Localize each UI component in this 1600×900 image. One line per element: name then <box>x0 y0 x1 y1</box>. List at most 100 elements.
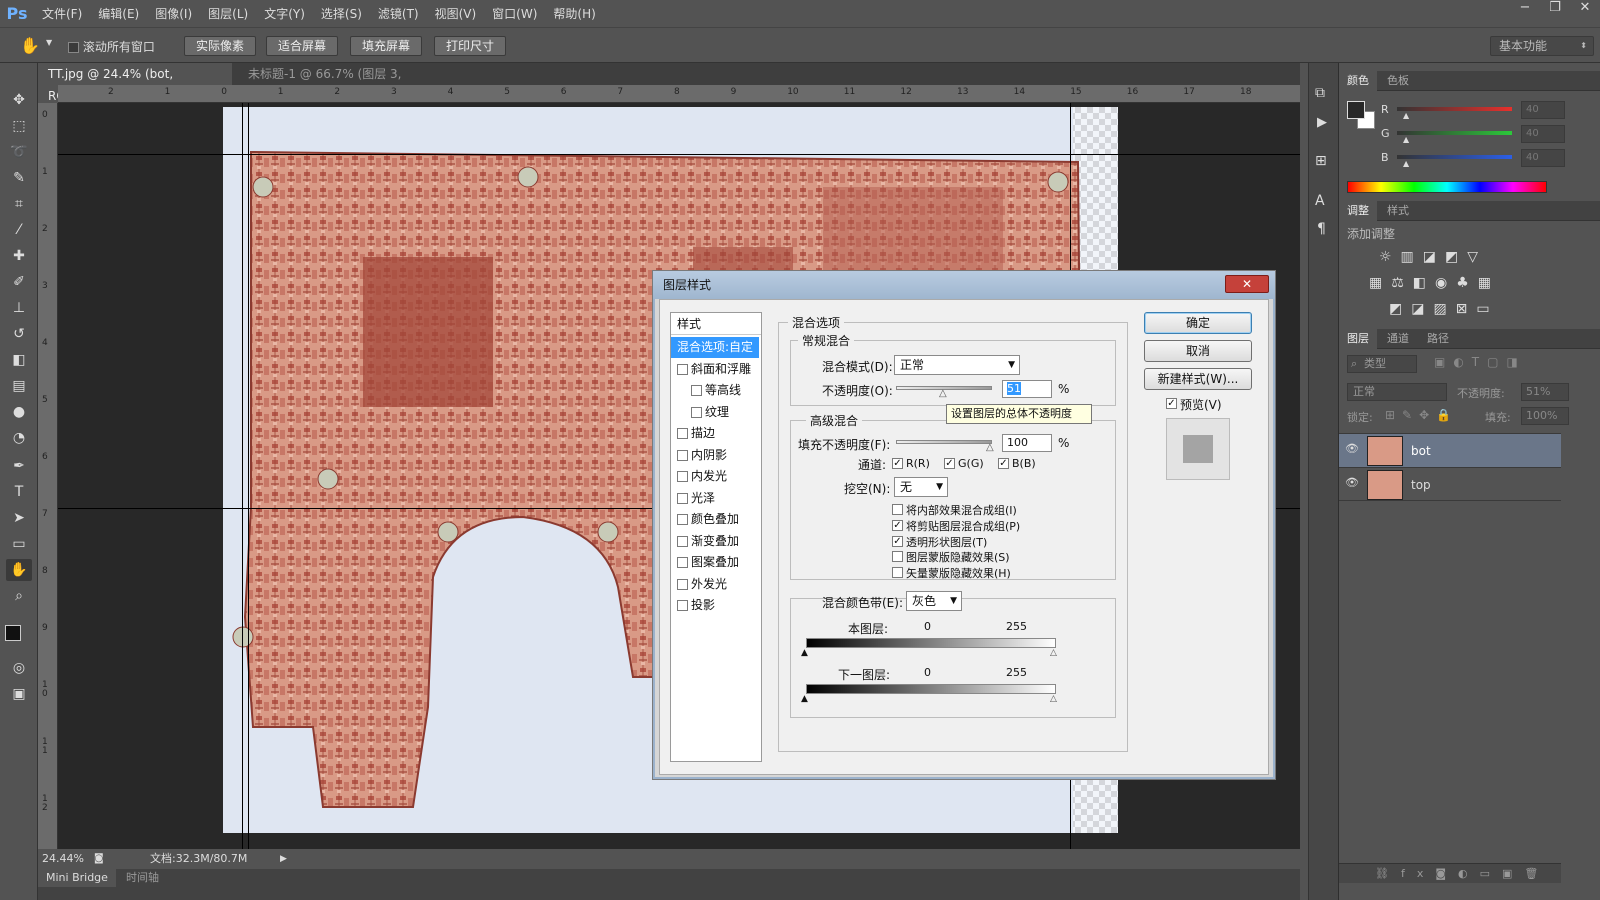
slider-handle-icon[interactable]: △ <box>1050 648 1057 658</box>
style-item[interactable]: 渐变叠加 <box>671 531 759 552</box>
blend-if-select[interactable]: 灰色 ▼ <box>906 591 962 611</box>
opacity-input[interactable]: 51 <box>1002 380 1052 398</box>
advanced-option-checkbox[interactable] <box>892 567 903 579</box>
dialog-close-button[interactable]: ✕ <box>1225 275 1269 293</box>
style-item[interactable]: 混合选项:自定 <box>671 337 759 358</box>
style-checkbox[interactable] <box>677 471 688 482</box>
pen-tool-icon[interactable]: ✒ <box>6 455 32 477</box>
styles-header[interactable]: 样式 <box>671 313 761 335</box>
gradient-tool-icon[interactable]: ▤ <box>6 375 32 397</box>
workspace-switcher[interactable]: 基本功能 ⬍ <box>1490 36 1594 56</box>
style-checkbox[interactable] <box>677 492 688 504</box>
marquee-tool-icon[interactable]: ⬚ <box>6 115 32 137</box>
blend-mode-select[interactable]: 正常 ▼ <box>894 355 1020 375</box>
layer-opacity-input[interactable]: 51% <box>1521 383 1569 401</box>
channel-g-slider[interactable] <box>1397 131 1512 135</box>
style-checkbox[interactable] <box>677 535 688 547</box>
crop-tool-icon[interactable]: ⌗ <box>6 193 32 215</box>
channel-g-value[interactable]: 40 <box>1521 125 1565 143</box>
style-item[interactable]: 纹理 <box>671 402 759 423</box>
layer-row-top[interactable]: 👁 top <box>1339 467 1561 501</box>
slider-handle-icon[interactable]: ▲ <box>1403 159 1409 168</box>
layer-row-bot[interactable]: 👁 bot <box>1339 433 1561 467</box>
layer-fill-input[interactable]: 100% <box>1521 407 1569 425</box>
menu-help[interactable]: 帮助(H) <box>545 5 603 22</box>
channel-g-checkbox[interactable]: ✓ <box>944 458 955 469</box>
style-item[interactable]: 光泽 <box>671 488 759 509</box>
style-checkbox[interactable] <box>677 578 688 590</box>
actions-panel-icon[interactable]: ▶ <box>1317 115 1327 130</box>
menu-file[interactable]: 文件(F) <box>34 5 90 22</box>
type-tool-icon[interactable]: T <box>6 481 32 503</box>
screen-mode-icon[interactable]: ▣ <box>6 683 32 705</box>
advanced-option-checkbox[interactable]: ✓ <box>892 535 903 547</box>
layer-filter-icons[interactable]: ▣◐T▢◨ <box>1434 355 1574 369</box>
menu-view[interactable]: 视图(V) <box>427 5 485 22</box>
knockout-select[interactable]: 无 ▼ <box>894 477 948 497</box>
adjustment-icons-row-3[interactable]: ◩◪▨⊠▭ <box>1389 301 1569 317</box>
style-item[interactable]: 外发光 <box>671 574 759 595</box>
style-checkbox[interactable] <box>677 449 688 461</box>
healing-brush-icon[interactable]: ✚ <box>6 245 32 267</box>
style-item[interactable]: 等高线 <box>671 380 759 401</box>
tab-timeline[interactable]: 时间轴 <box>118 869 167 887</box>
new-style-button[interactable]: 新建样式(W)... <box>1144 368 1252 390</box>
style-item[interactable]: 描边 <box>671 423 759 444</box>
style-checkbox[interactable] <box>677 557 688 568</box>
zoom-tool-icon[interactable]: ⌕ <box>6 585 32 607</box>
layer-filter-select[interactable]: ⌕ 类型 <box>1347 355 1417 373</box>
character-panel-icon[interactable]: A <box>1315 193 1325 209</box>
menu-select[interactable]: 选择(S) <box>313 5 370 22</box>
style-item[interactable]: 投影 <box>671 595 759 616</box>
brush-tool-icon[interactable]: ✐ <box>6 271 32 293</box>
menu-image[interactable]: 图像(I) <box>147 5 200 22</box>
tab-channels[interactable]: 通道 <box>1379 329 1417 349</box>
fit-screen-button[interactable]: 适合屏幕 <box>266 36 338 56</box>
tab-paths[interactable]: 路径 <box>1419 329 1457 349</box>
quick-mask-icon[interactable]: ◎ <box>6 657 32 679</box>
tab-tt-jpg[interactable]: TT.jpg @ 24.4% (bot, RGB/8#) * × <box>38 63 232 103</box>
advanced-option-checkbox[interactable] <box>892 504 903 515</box>
tab-untitled-1[interactable]: 未标题-1 @ 66.7% (图层 3, RGB/8) * × <box>238 63 453 103</box>
slider-handle-icon[interactable]: ▲ <box>801 694 808 704</box>
fill-screen-button[interactable]: 填充屏幕 <box>350 36 422 56</box>
menu-filter[interactable]: 滤镜(T) <box>370 5 427 22</box>
menu-edit[interactable]: 编辑(E) <box>90 5 147 22</box>
style-checkbox[interactable] <box>691 385 702 396</box>
style-item[interactable]: 颜色叠加 <box>671 509 759 530</box>
tab-layers[interactable]: 图层 <box>1339 329 1377 349</box>
eraser-tool-icon[interactable]: ◧ <box>6 349 32 371</box>
close-window-button[interactable]: ✕ <box>1570 0 1600 20</box>
restore-button[interactable]: ❐ <box>1540 0 1570 20</box>
tool-preset-arrow-icon[interactable]: ▼ <box>46 38 52 47</box>
style-item[interactable]: 内发光 <box>671 466 759 487</box>
foreground-color-swatch[interactable] <box>1347 101 1365 119</box>
style-item[interactable]: 图案叠加 <box>671 552 759 573</box>
guide-line[interactable] <box>58 154 1300 155</box>
hand-tool-icon[interactable]: ✋ <box>6 559 32 581</box>
eyedropper-tool-icon[interactable]: ⁄ <box>6 219 32 241</box>
style-checkbox[interactable] <box>691 406 702 418</box>
adjustment-icons-row-2[interactable]: ▦⚖◧◉♣▦ <box>1369 275 1569 291</box>
tab-styles[interactable]: 样式 <box>1379 201 1417 221</box>
style-item[interactable]: 内阴影 <box>671 445 759 466</box>
fill-opacity-slider[interactable] <box>896 440 992 444</box>
slider-handle-icon[interactable]: △ <box>1050 694 1057 704</box>
zoom-level[interactable]: 24.44% <box>42 849 84 869</box>
tab-adjustments[interactable]: 调整 <box>1339 201 1377 221</box>
channel-r-value[interactable]: 40 <box>1521 101 1565 119</box>
status-icon[interactable]: ◙ <box>94 849 104 869</box>
color-spectrum-bar[interactable] <box>1347 181 1547 193</box>
layers-panel-footer-icons[interactable]: ⛓fx◙◐▭▣🗑 <box>1339 863 1561 883</box>
menu-layer[interactable]: 图层(L) <box>200 5 256 22</box>
status-menu-arrow-icon[interactable]: ▶ <box>280 849 287 869</box>
preview-checkbox[interactable]: ✓ <box>1166 398 1177 409</box>
slider-handle-icon[interactable]: △ <box>939 388 947 399</box>
channel-b-slider[interactable] <box>1397 155 1512 159</box>
style-checkbox[interactable] <box>677 514 688 525</box>
this-layer-gradient-slider[interactable] <box>806 638 1056 648</box>
lasso-tool-icon[interactable]: ➰ <box>6 141 32 163</box>
style-checkbox[interactable] <box>677 363 688 375</box>
slider-handle-icon[interactable]: ▲ <box>801 648 808 658</box>
scroll-all-windows-checkbox[interactable]: 滚动所有窗口 <box>68 38 155 55</box>
